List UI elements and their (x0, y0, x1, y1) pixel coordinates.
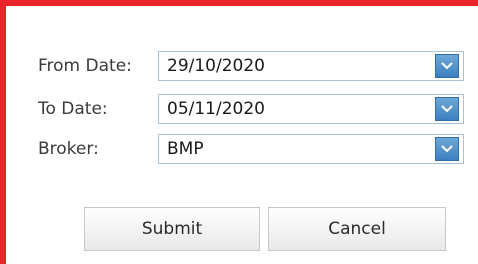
broker-value[interactable]: BMP (159, 139, 435, 159)
chevron-down-icon (441, 145, 453, 153)
to-date-row: To Date: 05/11/2020 (38, 94, 464, 124)
from-date-label: From Date: (38, 56, 132, 76)
to-date-dropdown[interactable]: 05/11/2020 (158, 94, 464, 124)
from-date-value[interactable]: 29/10/2020 (159, 56, 435, 76)
to-date-dropdown-button[interactable] (435, 97, 459, 121)
broker-row: Broker: BMP (38, 134, 464, 164)
broker-dropdown-button[interactable] (435, 137, 459, 161)
to-date-label: To Date: (38, 99, 108, 119)
chevron-down-icon (441, 105, 453, 113)
broker-dropdown[interactable]: BMP (158, 134, 464, 164)
submit-button[interactable]: Submit (84, 207, 260, 251)
to-date-value[interactable]: 05/11/2020 (159, 99, 435, 119)
from-date-dropdown-button[interactable] (435, 54, 459, 78)
cancel-button[interactable]: Cancel (268, 207, 446, 251)
chevron-down-icon (441, 62, 453, 70)
broker-label: Broker: (38, 139, 99, 159)
from-date-row: From Date: 29/10/2020 (38, 51, 464, 81)
from-date-dropdown[interactable]: 29/10/2020 (158, 51, 464, 81)
dialog-panel: From Date: 29/10/2020 To Date: 05/11/202… (0, 0, 478, 264)
